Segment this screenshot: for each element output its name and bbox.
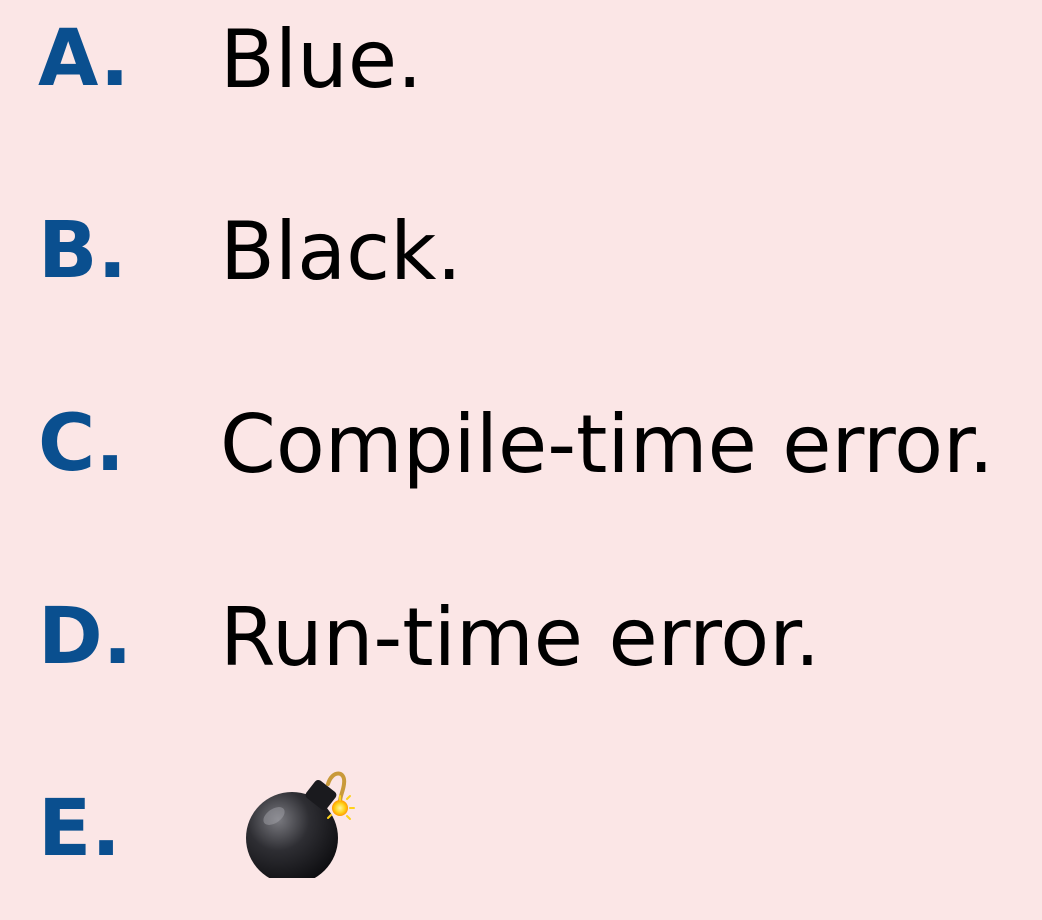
option-text: Run-time error. bbox=[220, 591, 821, 684]
option-text: Compile-time error. bbox=[220, 398, 994, 491]
answer-option-d: D. Run-time error. bbox=[0, 598, 1042, 728]
answer-option-c: C. Compile-time error. bbox=[0, 405, 1042, 535]
option-letter: B. bbox=[38, 206, 128, 296]
answer-option-b: B. Black. bbox=[0, 212, 1042, 342]
answer-option-a: A. Blue. bbox=[0, 20, 1042, 150]
option-letter: E. bbox=[38, 784, 121, 874]
bomb-icon bbox=[240, 768, 370, 884]
option-letter: C. bbox=[38, 399, 125, 489]
option-text: Blue. bbox=[220, 13, 423, 106]
answer-option-e: E. bbox=[0, 771, 1042, 920]
option-text: Black. bbox=[220, 205, 462, 298]
option-letter: A. bbox=[38, 14, 130, 104]
option-letter: D. bbox=[38, 592, 133, 682]
